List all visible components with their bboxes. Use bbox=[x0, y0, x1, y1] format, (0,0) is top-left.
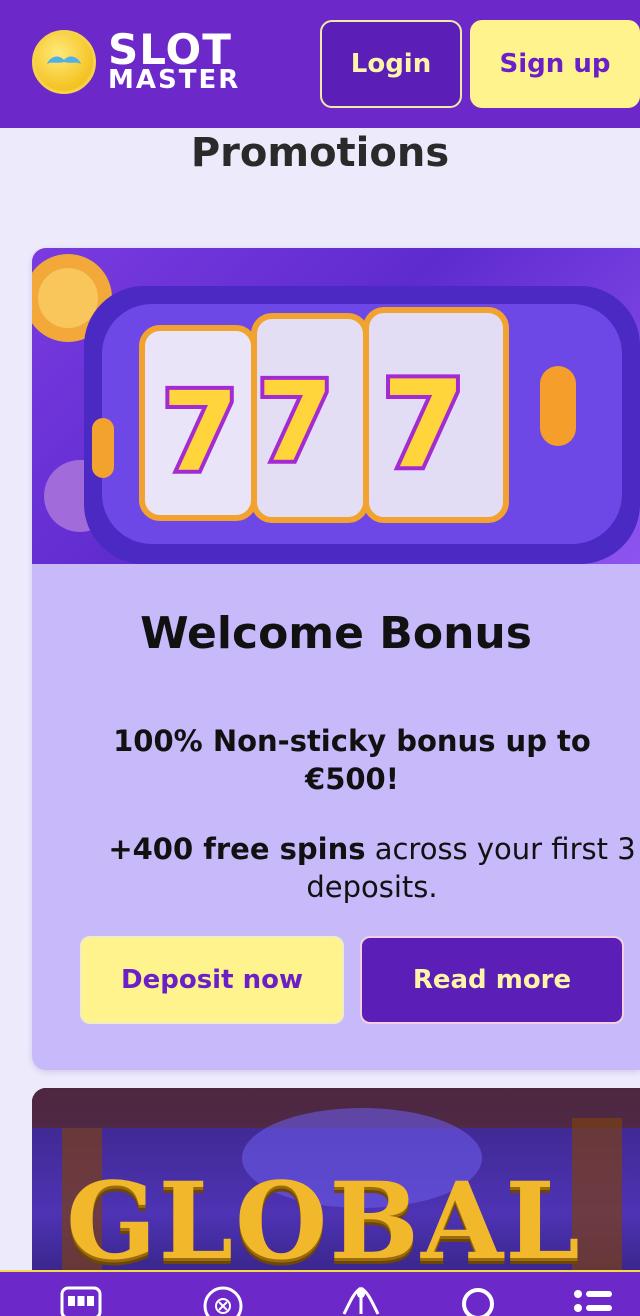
slot-machine-image: 7 7 7 bbox=[32, 248, 640, 564]
page-title: Promotions bbox=[190, 130, 450, 176]
roulette-icon[interactable] bbox=[202, 1284, 244, 1316]
global-promo-title: GLOBAL bbox=[66, 1158, 582, 1283]
free-spins-description: +400 free spins across your first 3 depo… bbox=[72, 830, 640, 906]
deposit-now-button[interactable]: Deposit now bbox=[80, 936, 344, 1024]
slots-icon[interactable] bbox=[60, 1284, 102, 1316]
promo-card-welcome-bonus: 7 7 7 Welcome Bonus 100% Non-sticky bonu… bbox=[32, 248, 640, 1070]
svg-text:7: 7 bbox=[257, 358, 334, 486]
signup-button[interactable]: Sign up bbox=[470, 20, 640, 108]
bottom-navigation bbox=[0, 1270, 640, 1316]
promo-card-body: Welcome Bonus 100% Non-sticky bonus up t… bbox=[32, 564, 640, 1070]
live-casino-icon[interactable] bbox=[340, 1284, 382, 1316]
logo-text-slot: SLOT bbox=[108, 25, 232, 75]
logo-text-master: MASTER bbox=[108, 65, 241, 96]
search-icon[interactable] bbox=[458, 1284, 500, 1316]
top-header: SLOT MASTER Login Sign up bbox=[0, 0, 640, 128]
svg-text:7: 7 bbox=[162, 368, 239, 496]
slotmaster-logo[interactable]: SLOT MASTER bbox=[32, 25, 241, 96]
promo-title: Welcome Bonus bbox=[140, 608, 532, 659]
svg-text:7: 7 bbox=[382, 356, 466, 495]
free-spins-highlight: +400 free spins bbox=[108, 832, 366, 866]
mustache-emblem-icon bbox=[32, 30, 96, 94]
logo-wordmark: SLOT MASTER bbox=[108, 25, 241, 96]
menu-icon[interactable] bbox=[572, 1284, 614, 1316]
read-more-button[interactable]: Read more bbox=[360, 936, 624, 1024]
login-button[interactable]: Login bbox=[320, 20, 462, 108]
bonus-description: 100% Non-sticky bonus up to €500! bbox=[113, 724, 591, 796]
